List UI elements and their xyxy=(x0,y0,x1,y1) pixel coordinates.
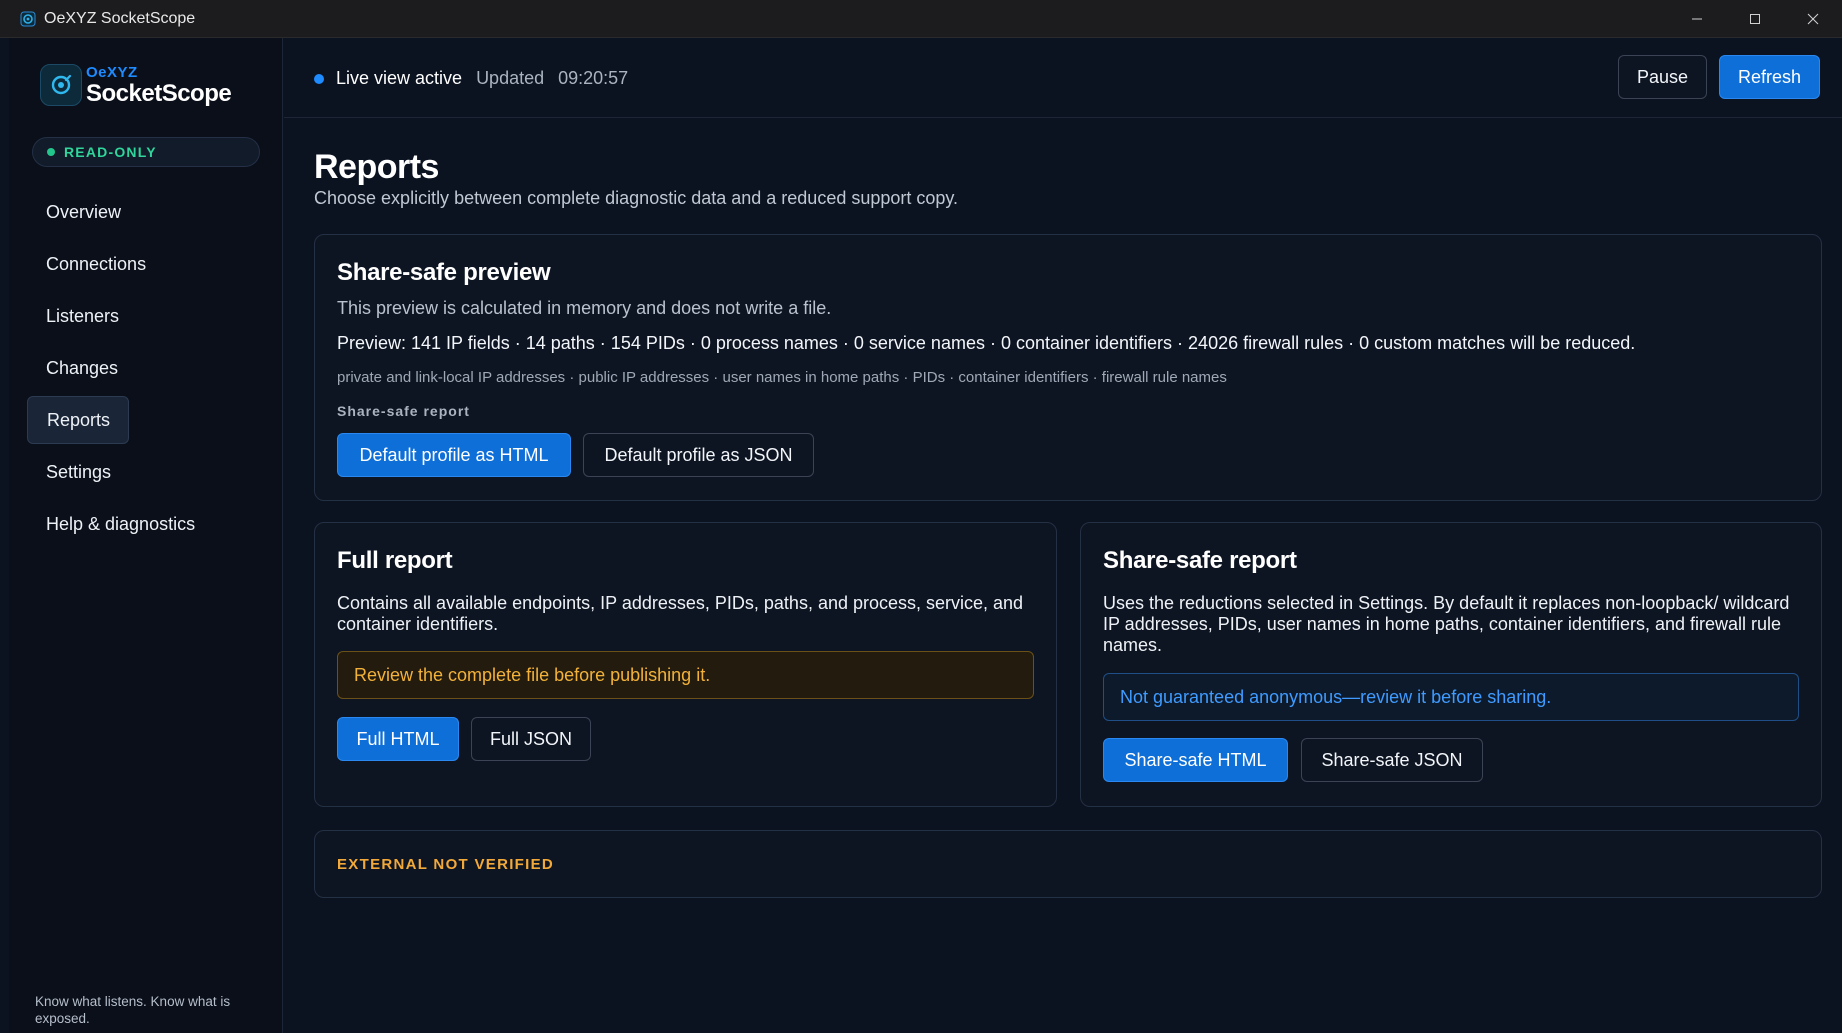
pause-button[interactable]: Pause xyxy=(1618,55,1707,99)
card-title: Full report xyxy=(337,547,453,574)
external-status-card: EXTERNAL NOT VERIFIED xyxy=(314,830,1822,898)
sidebar-item-reports[interactable]: Reports xyxy=(27,396,129,444)
sidebar: OeXYZ SocketScope READ-ONLY Overview Con… xyxy=(9,38,283,1033)
maximize-button[interactable] xyxy=(1726,0,1784,38)
info-banner: Not guaranteed anonymous—review it befor… xyxy=(1103,673,1799,721)
app-icon xyxy=(20,11,36,27)
brand-company: OeXYZ xyxy=(86,63,138,81)
share-safe-json-button[interactable]: Share-safe JSON xyxy=(1301,738,1483,782)
top-bar: Live view active Updated 09:20:57 Pause … xyxy=(284,38,1842,118)
sidebar-nav: Overview Connections Listeners Changes R… xyxy=(27,188,265,552)
maximize-icon xyxy=(1750,14,1760,24)
brand-logo-icon xyxy=(40,64,82,106)
close-icon xyxy=(1807,13,1819,25)
live-dot-icon xyxy=(314,73,324,84)
share-safe-html-button[interactable]: Share-safe HTML xyxy=(1103,738,1288,782)
live-label: Live view active xyxy=(336,68,463,88)
status-dot-icon xyxy=(47,148,55,156)
share-safe-preview-card: Share-safe preview This preview is calcu… xyxy=(314,234,1822,501)
default-profile-json-button[interactable]: Default profile as JSON xyxy=(583,433,814,477)
updated-label: Updated xyxy=(476,68,545,88)
card-title: Share-safe preview xyxy=(337,259,551,286)
warning-banner: Review the complete file before publishi… xyxy=(337,651,1034,699)
read-only-badge: READ-ONLY xyxy=(32,137,260,167)
full-report-description: Contains all available endpoints, IP add… xyxy=(337,593,1024,634)
preview-description: This preview is calculated in memory and… xyxy=(337,298,832,318)
full-json-button[interactable]: Full JSON xyxy=(471,717,591,761)
page-title: Reports xyxy=(314,148,439,186)
minimize-button[interactable] xyxy=(1668,0,1726,38)
full-report-card: Full report Contains all available endpo… xyxy=(314,522,1057,807)
brand: OeXYZ SocketScope xyxy=(40,63,232,107)
sidebar-item-settings[interactable]: Settings xyxy=(27,448,265,496)
sidebar-item-overview[interactable]: Overview xyxy=(27,188,265,236)
sidebar-item-changes[interactable]: Changes xyxy=(27,344,265,392)
sidebar-item-listeners[interactable]: Listeners xyxy=(27,292,265,340)
sidebar-item-connections[interactable]: Connections xyxy=(27,240,265,288)
window-title: OeXYZ SocketScope xyxy=(44,9,196,27)
updated-time: 09:20:57 xyxy=(558,68,629,88)
default-profile-html-button[interactable]: Default profile as HTML xyxy=(337,433,571,477)
section-label: Share-safe report xyxy=(337,403,470,419)
close-button[interactable] xyxy=(1784,0,1842,38)
brand-product: SocketScope xyxy=(86,79,232,107)
tagline: Know what listens. Know what is exposed. xyxy=(35,994,231,1026)
reduction-categories: private and link-local IP addresses · pu… xyxy=(337,369,1227,386)
preview-summary: Preview: 141 IP fields · 14 paths · 154 … xyxy=(337,333,1636,353)
live-status: Live view active Updated 09:20:57 xyxy=(314,68,628,89)
refresh-button[interactable]: Refresh xyxy=(1719,55,1820,99)
title-bar: OeXYZ SocketScope xyxy=(0,0,1842,38)
share-safe-description: Uses the reductions selected in Settings… xyxy=(1103,593,1790,655)
full-html-button[interactable]: Full HTML xyxy=(337,717,459,761)
sidebar-item-help-diagnostics[interactable]: Help & diagnostics xyxy=(27,500,265,548)
share-safe-report-card: Share-safe report Uses the reductions se… xyxy=(1080,522,1822,807)
mode-label: READ-ONLY xyxy=(64,144,157,160)
card-title: Share-safe report xyxy=(1103,547,1297,574)
minimize-icon xyxy=(1692,18,1702,20)
page-subtitle: Choose explicitly between complete diagn… xyxy=(314,188,959,208)
external-status-label: EXTERNAL NOT VERIFIED xyxy=(337,856,555,873)
